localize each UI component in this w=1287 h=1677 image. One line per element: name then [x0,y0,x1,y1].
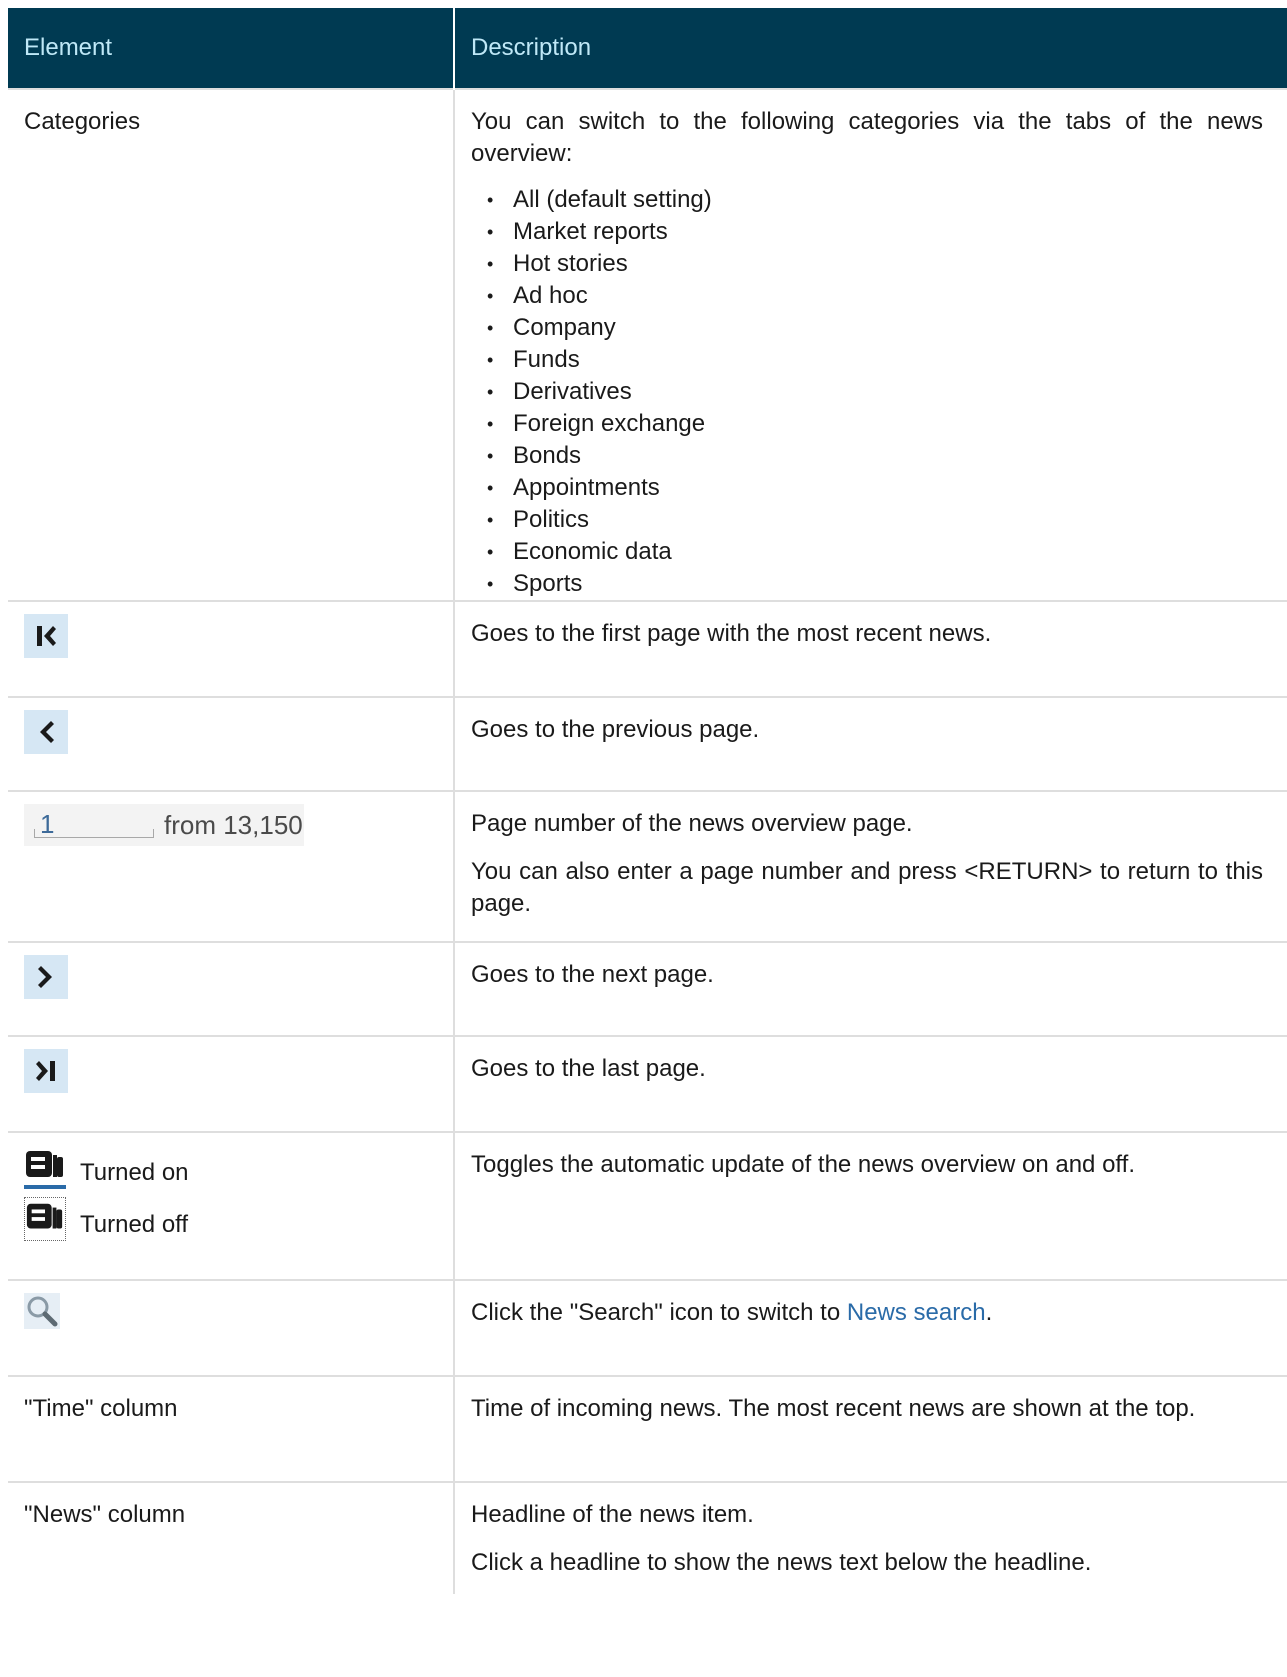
header-description: Description [453,8,1287,89]
table-row-news-column: "News" column Headline of the news item.… [8,1481,1287,1594]
list-item: Politics [487,504,1263,536]
page-number-description-2: You can also enter a page number and pre… [471,858,1263,917]
page-number-input[interactable]: 1 [34,808,154,842]
list-item: Foreign exchange [487,408,1263,440]
first-page-icon[interactable] [24,614,68,658]
search-description: Click the "Search" icon to switch to New… [471,1299,993,1326]
previous-page-icon[interactable] [24,710,68,754]
table-row-time-column: "Time" column Time of incoming news. The… [8,1375,1287,1482]
previous-page-description: Goes to the previous page. [471,716,760,743]
page-count-label: from 13,150 [164,810,303,840]
search-icon[interactable] [24,1293,60,1329]
list-item: Market reports [487,216,1263,248]
next-page-description: Goes to the next page. [471,961,714,988]
news-update-off-icon[interactable] [24,1197,66,1241]
categories-intro: You can switch to the following categori… [471,108,1263,167]
turned-on-label: Turned on [80,1159,189,1186]
news-column-description-2: Click a headline to show the news text b… [471,1549,1092,1576]
list-item: Derivatives [487,376,1263,408]
auto-update-description: Toggles the automatic update of the news… [471,1151,1135,1178]
news-column-label: "News" column [24,1501,186,1528]
table-row-first-page: Goes to the first page with the most rec… [8,600,1287,697]
element-description-table: Element Description Categories You can s… [8,8,1287,1594]
header-element: Element [8,8,454,89]
list-item: All (default setting) [487,184,1263,216]
table-row-search: Click the "Search" icon to switch to New… [8,1279,1287,1376]
categories-list: All (default setting) Market reports Hot… [471,184,1263,600]
table-row-previous-page: Goes to the previous page. [8,696,1287,791]
news-column-description: Headline of the news item. [471,1501,754,1528]
first-page-description: Goes to the first page with the most rec… [471,620,992,647]
time-column-label: "Time" column [24,1395,178,1422]
news-update-on-icon[interactable] [24,1145,66,1189]
list-item: Hot stories [487,248,1263,280]
categories-label: Categories [24,108,141,135]
list-item: Sports [487,568,1263,600]
news-search-link[interactable]: News search [847,1299,986,1326]
next-page-icon[interactable] [24,955,68,999]
list-item: Company [487,312,1263,344]
table-row-categories: Categories You can switch to the followi… [8,88,1287,601]
list-item: Funds [487,344,1263,376]
table-row-next-page: Goes to the next page. [8,941,1287,1036]
last-page-description: Goes to the last page. [471,1055,706,1082]
turned-off-label: Turned off [80,1211,189,1238]
page-number-description: Page number of the news overview page. [471,810,913,837]
list-item: Ad hoc [487,280,1263,312]
last-page-icon[interactable] [24,1049,68,1093]
page-number-control: 1 from 13,150 [24,804,304,846]
list-item: Economic data [487,536,1263,568]
table-row-auto-update: Turned on Turned off Toggles the automat… [8,1131,1287,1280]
list-item: Appointments [487,472,1263,504]
time-column-description: Time of incoming news. The most recent n… [471,1395,1196,1422]
table-row-page-number: 1 from 13,150 Page number of the news ov… [8,790,1287,942]
list-item: Bonds [487,440,1263,472]
table-row-last-page: Goes to the last page. [8,1035,1287,1132]
